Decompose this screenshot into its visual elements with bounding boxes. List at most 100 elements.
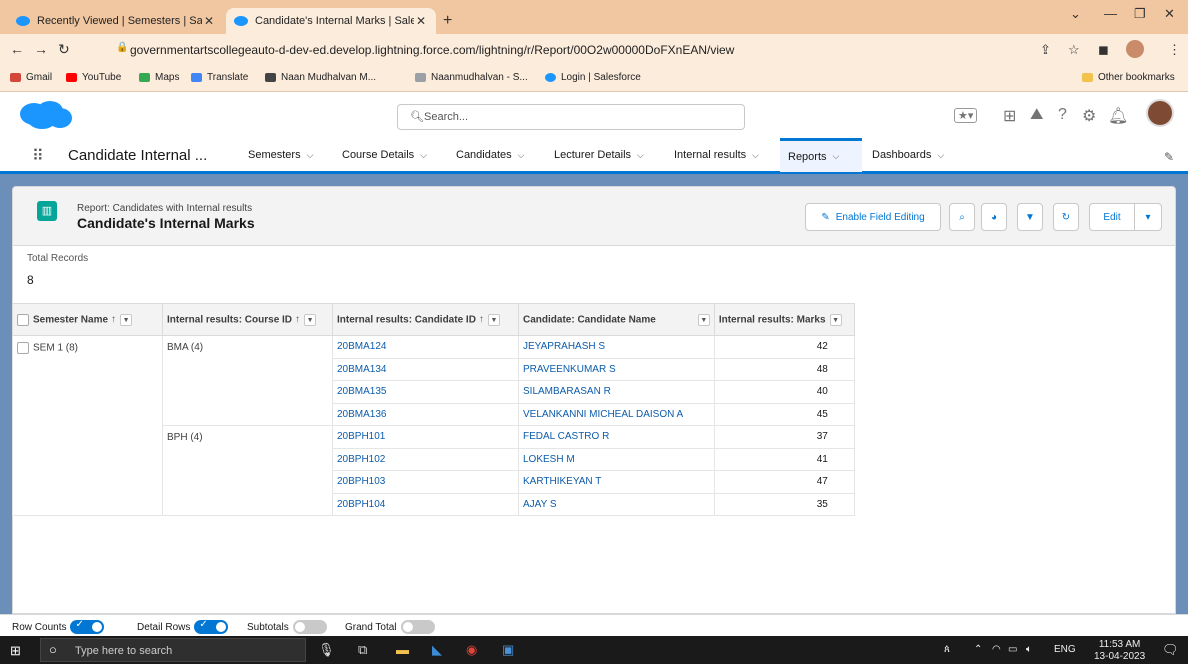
minimize-icon[interactable]: —	[1104, 6, 1117, 21]
lock-icon[interactable]: 🔒	[116, 42, 128, 53]
app-launcher-icon[interactable]: ⠿	[32, 146, 44, 166]
volume-icon[interactable]: 🔈︎	[1026, 644, 1032, 655]
grand-total-toggle[interactable]: Grand Total	[345, 620, 435, 634]
toggle-switch-on[interactable]	[194, 619, 229, 634]
taskbar-clock[interactable]: 11:53 AM 13-04-2023	[1094, 639, 1145, 663]
browser-tab-internal-marks[interactable]: Candidate's Internal Marks | Sale ✕	[226, 8, 436, 34]
share-icon[interactable]: ⇪	[1040, 42, 1051, 58]
candidate-name-link[interactable]: VELANKANNI MICHEAL DAISON A	[518, 402, 715, 426]
close-tab-icon[interactable]: ✕	[414, 14, 428, 28]
chevron-down-icon[interactable]: ⌵	[637, 150, 644, 161]
candidate-name-link[interactable]: PRAVEENKUMAR S	[518, 357, 715, 381]
chevron-down-icon[interactable]: ⌄	[1070, 6, 1081, 22]
edit-nav-pencil-icon[interactable]: ✎	[1164, 150, 1174, 164]
nav-item-dashboards[interactable]: Dashboards ⌵	[864, 138, 952, 172]
wifi-icon[interactable]: ◠	[992, 644, 1001, 655]
column-menu-icon[interactable]: ▼	[487, 313, 500, 326]
group-checkbox[interactable]	[17, 342, 29, 354]
toggle-switch-off[interactable]	[400, 620, 435, 634]
column-header-candidate-name[interactable]: Candidate: Candidate Name ▼	[518, 303, 715, 336]
salesforce-logo[interactable]	[16, 100, 74, 130]
bookmark-translate[interactable]: Translate	[191, 72, 248, 83]
candidate-id-link[interactable]: 20BPH102	[332, 447, 519, 471]
nav-item-lecturer-details[interactable]: Lecturer Details ⌵	[546, 138, 652, 172]
bookmark-naan-mudhalvan[interactable]: Naan Mudhalvan M...	[265, 72, 376, 83]
nav-item-internal-results[interactable]: Internal results ⌵	[666, 138, 767, 172]
bookmark-naanmudhalvan-s[interactable]: Naanmudhalvan - S...	[415, 72, 528, 83]
close-tab-icon[interactable]: ✕	[202, 14, 216, 28]
notifications-icon[interactable]: 🗨︎	[1162, 642, 1179, 658]
file-explorer-icon[interactable]: ▬	[396, 642, 409, 657]
tray-chevron-up-icon[interactable]: ⌃	[974, 644, 982, 655]
chart-button[interactable]: ◕	[981, 203, 1007, 231]
toggle-switch-on[interactable]	[70, 619, 105, 634]
trailhead-icon[interactable]: ⛰	[1030, 106, 1043, 124]
gear-icon[interactable]: ⚙	[1082, 106, 1096, 126]
restore-icon[interactable]: ❐	[1134, 6, 1146, 22]
profile-avatar[interactable]	[1126, 40, 1144, 58]
candidate-id-link[interactable]: 20BMA134	[332, 357, 519, 381]
chevron-down-icon[interactable]: ⌵	[307, 150, 314, 161]
column-header-marks[interactable]: Internal results: Marks ▼	[713, 303, 855, 336]
global-search-input[interactable]: 🔍︎ Search...	[397, 104, 745, 130]
enable-field-editing-button[interactable]: ✎ Enable Field Editing	[805, 203, 941, 231]
more-actions-button[interactable]: ▾	[1134, 203, 1162, 231]
column-menu-icon[interactable]: ▼	[697, 313, 710, 326]
row-counts-toggle[interactable]: Row Counts	[12, 619, 105, 634]
search-report-button[interactable]: ⌕	[949, 203, 975, 231]
column-menu-icon[interactable]: ▼	[120, 313, 133, 326]
select-all-checkbox[interactable]	[17, 313, 29, 326]
column-menu-icon[interactable]: ▼	[829, 313, 842, 326]
candidate-name-link[interactable]: KARTHIKEYAN T	[518, 470, 715, 494]
taskbar-search-input[interactable]: ○ Type here to search	[40, 638, 306, 662]
candidate-id-link[interactable]: 20BMA124	[332, 335, 519, 359]
chevron-down-icon[interactable]: ⌵	[420, 150, 427, 161]
back-icon[interactable]: ←	[10, 41, 24, 57]
column-header-candidate-id[interactable]: Internal results: Candidate ID ↑ ▼	[332, 303, 519, 336]
new-tab-button[interactable]: +	[443, 12, 452, 30]
other-bookmarks[interactable]: Other bookmarks	[1082, 72, 1175, 83]
sort-ascending-icon[interactable]: ↑	[295, 314, 300, 325]
task-view-icon[interactable]: ⧉	[358, 642, 367, 658]
address-bar[interactable]: 🔒 governmentartscollegeauto-d-dev-ed.dev…	[104, 38, 1104, 62]
reload-icon[interactable]: ↻	[58, 41, 70, 58]
candidate-name-link[interactable]: FEDAL CASTRO R	[518, 425, 715, 449]
battery-icon[interactable]: ▭	[1008, 644, 1017, 655]
detail-rows-toggle[interactable]: Detail Rows	[137, 619, 229, 634]
candidate-name-link[interactable]: LOKESH M	[518, 447, 715, 471]
sort-ascending-icon[interactable]: ↑	[479, 314, 484, 325]
candidate-name-link[interactable]: SILAMBARASAN R	[518, 380, 715, 404]
bookmark-maps[interactable]: Maps	[139, 72, 179, 83]
forward-icon[interactable]: →	[34, 41, 48, 57]
microphone-icon[interactable]: 🎙︎	[318, 642, 335, 658]
nav-item-candidates[interactable]: Candidates ⌵	[448, 138, 532, 172]
nav-item-course-details[interactable]: Course Details ⌵	[334, 138, 435, 172]
notifications-bell-icon[interactable]: 🔔︎	[1108, 106, 1128, 126]
windows-start-icon[interactable]: ⊞	[10, 643, 21, 659]
menu-icon[interactable]: ⋮	[1168, 42, 1181, 58]
refresh-button[interactable]: ↻	[1053, 203, 1079, 231]
media-app-icon[interactable]: ◣	[432, 642, 442, 658]
bookmark-login-salesforce[interactable]: Login | Salesforce	[545, 72, 641, 83]
chevron-down-icon[interactable]: ⌵	[833, 151, 840, 162]
candidate-id-link[interactable]: 20BMA136	[332, 402, 519, 426]
candidate-id-link[interactable]: 20BPH101	[332, 425, 519, 449]
subtotals-toggle[interactable]: Subtotals	[247, 620, 327, 634]
global-actions-icon[interactable]: ⊞	[1003, 106, 1016, 126]
language-indicator[interactable]: ENG	[1054, 644, 1076, 655]
toggle-switch-off[interactable]	[292, 620, 327, 634]
candidate-id-link[interactable]: 20BPH104	[332, 492, 519, 516]
column-header-semester-name[interactable]: Semester Name ↑ ▼	[12, 303, 163, 336]
bookmark-gmail[interactable]: Gmail	[10, 72, 52, 83]
close-window-icon[interactable]: ✕	[1164, 6, 1175, 22]
extensions-icon[interactable]: ◼	[1098, 42, 1109, 58]
favorites-star-icon[interactable]: ★▾	[954, 108, 978, 123]
nav-item-reports[interactable]: Reports ⌵	[780, 138, 862, 172]
sort-ascending-icon[interactable]: ↑	[111, 314, 116, 325]
chevron-down-icon[interactable]: ⌵	[752, 150, 759, 161]
column-menu-icon[interactable]: ▼	[304, 313, 317, 326]
filter-button[interactable]: ▼	[1017, 203, 1043, 231]
column-header-course-id[interactable]: Internal results: Course ID ↑ ▼	[162, 303, 333, 336]
chevron-down-icon[interactable]: ⌵	[937, 150, 944, 161]
chrome-icon[interactable]: ◉	[466, 642, 477, 658]
